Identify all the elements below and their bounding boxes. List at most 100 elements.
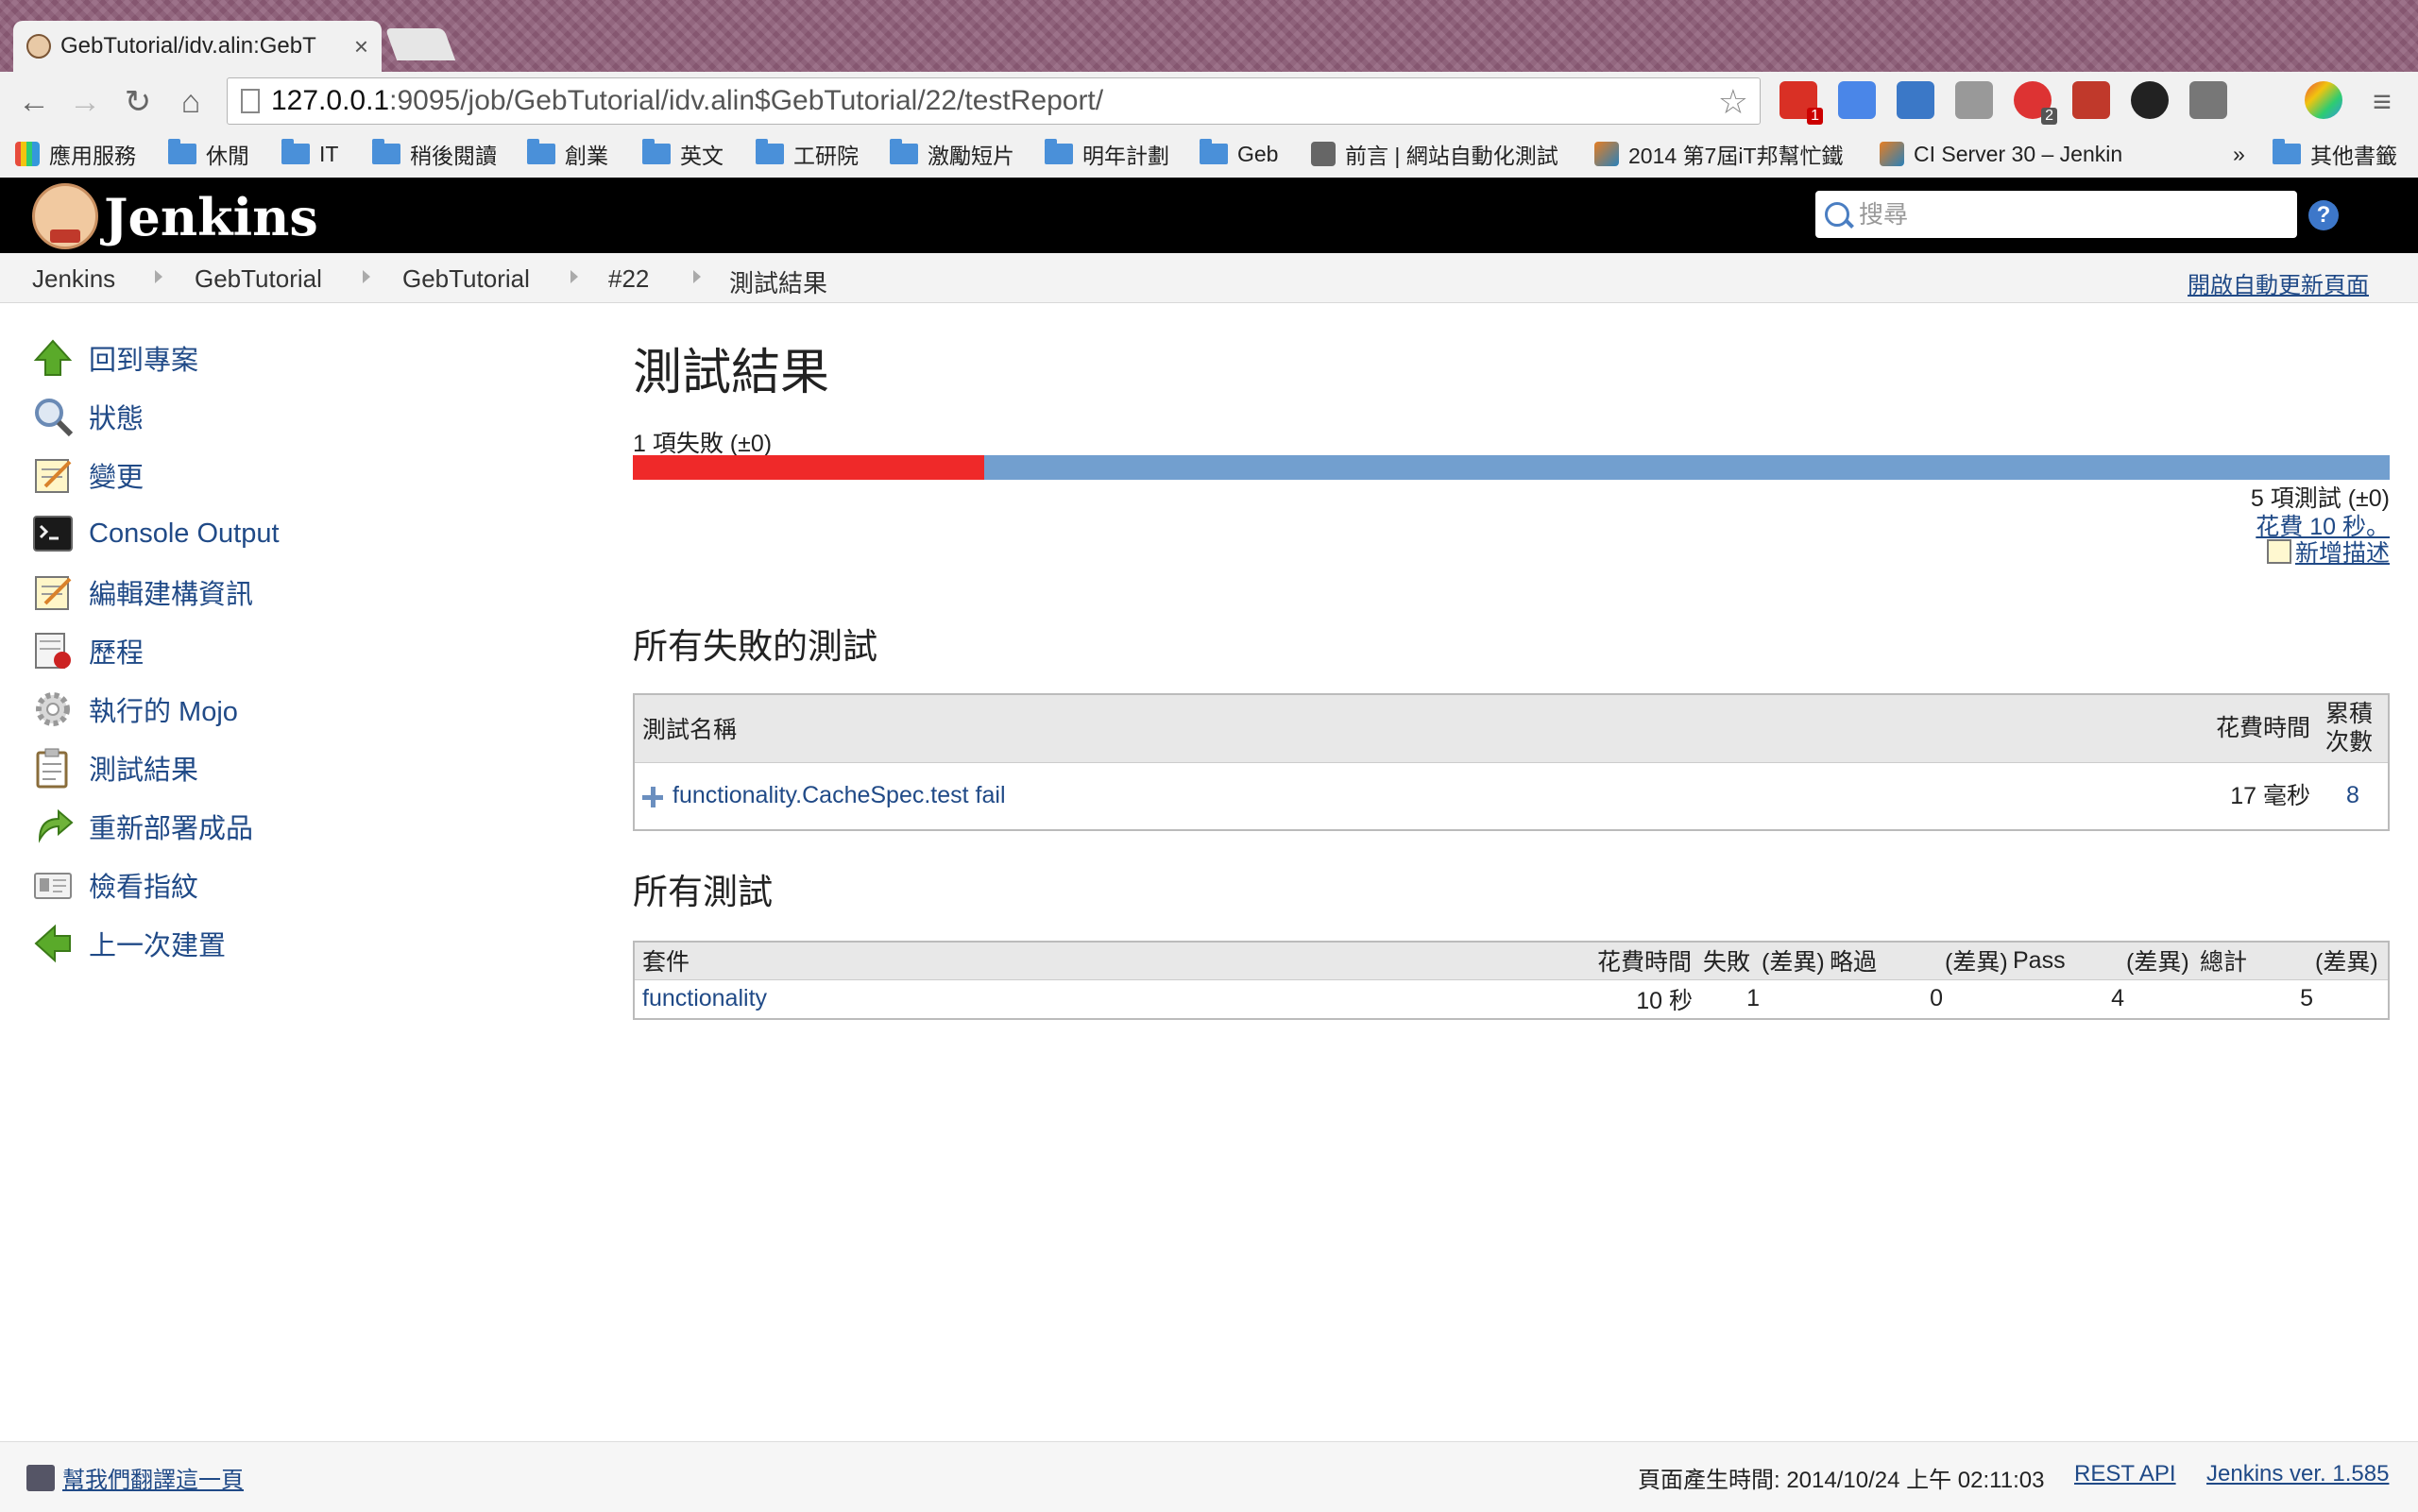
- bookmark-link[interactable]: 前言 | 網站自動化測試: [1311, 140, 1562, 168]
- browser-tab[interactable]: GebTutorial/idv.alin:GebT ×: [13, 21, 382, 72]
- jenkins-butler-icon[interactable]: [32, 183, 98, 249]
- jenkins-logo[interactable]: Jenkins: [104, 187, 318, 247]
- bookmark-folder[interactable]: IT: [281, 139, 338, 168]
- sidebar-item-history[interactable]: 歷程: [32, 628, 144, 673]
- bookmark-label: Geb: [1237, 141, 1279, 166]
- breadcrumb-folder[interactable]: GebTutorial: [195, 264, 322, 294]
- bookmark-star-icon[interactable]: ☆: [1718, 82, 1748, 122]
- gmail-extension-icon[interactable]: 1: [1779, 81, 1823, 125]
- bookmarks-overflow-button[interactable]: »: [2233, 140, 2245, 168]
- browser-menu-icon[interactable]: ≡: [2361, 81, 2403, 123]
- home-icon[interactable]: ⌂: [170, 81, 212, 123]
- bookmark-extension-icon[interactable]: [2072, 81, 2110, 119]
- suite-total-count: 5: [2300, 985, 2313, 1012]
- bookmark-label: 稍後閱讀: [410, 144, 497, 168]
- search-input[interactable]: [1857, 198, 2297, 230]
- color-extension-icon[interactable]: [2305, 81, 2342, 119]
- column-header-pass[interactable]: Pass: [2012, 942, 2125, 980]
- age-link[interactable]: 8: [2346, 782, 2359, 808]
- translate-page-link[interactable]: 幫我們翻譯這一頁: [26, 1461, 244, 1494]
- browser-tab-strip: GebTutorial/idv.alin:GebT ×: [0, 0, 2418, 72]
- breadcrumb-jenkins[interactable]: Jenkins: [32, 264, 115, 294]
- bookmark-folder[interactable]: 英文: [642, 139, 724, 168]
- folder-icon: [372, 139, 400, 164]
- rest-api-link[interactable]: REST API: [2074, 1461, 2176, 1487]
- breadcrumb-job[interactable]: GebTutorial: [402, 264, 530, 294]
- ithome-icon: [1880, 142, 1904, 166]
- bookmark-apps[interactable]: 應用服務: [15, 140, 136, 168]
- bookmark-folder-other[interactable]: 其他書籤: [2273, 139, 2397, 168]
- jenkins-version-link[interactable]: Jenkins ver. 1.585: [2206, 1461, 2389, 1487]
- reload-icon[interactable]: ↻: [117, 81, 159, 123]
- translate-label: 幫我們翻譯這一頁: [62, 1468, 244, 1493]
- bookmark-folder[interactable]: 明年計劃: [1045, 139, 1169, 168]
- column-header-skip[interactable]: 略過: [1829, 942, 1944, 980]
- failure-summary: 1 項失敗 (±0): [633, 431, 773, 457]
- bookmark-folder[interactable]: Geb: [1200, 139, 1279, 168]
- sidebar-item-label: 測試結果: [89, 756, 199, 786]
- expand-icon[interactable]: [642, 786, 663, 807]
- bookmark-folder[interactable]: 工研院: [756, 139, 859, 168]
- edit-description-icon: [2266, 539, 2291, 564]
- sidebar-item-console-output[interactable]: Console Output: [32, 511, 280, 556]
- folder-icon: [756, 139, 784, 164]
- sidebar-item-label: 變更: [89, 463, 145, 493]
- folder-icon: [890, 139, 918, 164]
- bookmark-folder[interactable]: 創業: [527, 139, 608, 168]
- download-extension-icon[interactable]: [1897, 81, 1934, 119]
- add-description-link[interactable]: 新增描述: [2266, 535, 2390, 569]
- breadcrumb-build[interactable]: #22: [608, 264, 649, 294]
- failed-test-link[interactable]: functionality.CacheSpec.test fail: [673, 782, 1006, 808]
- column-header-total[interactable]: 總計: [2199, 942, 2314, 980]
- bookmark-link[interactable]: CI Server 30 – Jenkin: [1880, 140, 2140, 168]
- address-bar[interactable]: 127.0.0.1:9095/job/GebTutorial/idv.alin$…: [227, 77, 1761, 125]
- bookmark-folder[interactable]: 激勵短片: [890, 139, 1014, 168]
- evernote-extension-icon[interactable]: [2189, 81, 2227, 119]
- sidebar-item-status[interactable]: 狀態: [32, 394, 144, 439]
- folder-icon: [281, 139, 310, 164]
- translate-icon: [26, 1464, 55, 1491]
- breadcrumb-separator-icon: [693, 270, 701, 283]
- help-icon[interactable]: ?: [2308, 200, 2339, 230]
- forward-icon[interactable]: →: [64, 81, 106, 123]
- suite-link[interactable]: functionality: [642, 985, 767, 1011]
- sidebar-item-edit-build-info[interactable]: 編輯建構資訊: [32, 569, 253, 615]
- bookmark-link[interactable]: 2014 第7屆iT邦幫忙鐵: [1594, 140, 1848, 168]
- all-tests-heading: 所有測試: [633, 873, 773, 911]
- sidebar-item-changes[interactable]: 變更: [32, 452, 144, 498]
- column-header-test-name[interactable]: 測試名稱: [634, 694, 2208, 763]
- back-icon[interactable]: ←: [13, 81, 55, 123]
- bookmark-folder[interactable]: 稍後閱讀: [372, 139, 497, 168]
- new-tab-button[interactable]: [384, 28, 456, 60]
- folder-icon: [1045, 139, 1073, 164]
- tools-extension-icon[interactable]: [1955, 81, 1993, 119]
- column-header-fail[interactable]: 失敗: [1702, 942, 1761, 980]
- column-header-suite[interactable]: 套件: [634, 942, 1596, 980]
- camera-extension-icon[interactable]: [2131, 81, 2169, 119]
- sidebar-item-previous-build[interactable]: 上一次建置: [32, 921, 226, 966]
- sidebar-item-label: 歷程: [89, 638, 145, 669]
- sidebar-item-redeploy-artifacts[interactable]: 重新部署成品: [32, 804, 253, 849]
- sidebar-item-fingerprints[interactable]: 檢看指紋: [32, 862, 198, 908]
- bookmark-folder[interactable]: 休閒: [168, 139, 249, 168]
- column-header-duration[interactable]: 花費時間: [1596, 942, 1702, 980]
- bookmark-label: 激勵短片: [928, 144, 1014, 168]
- sidebar-item-back-to-project[interactable]: 回到專案: [32, 335, 198, 381]
- translate-extension-icon[interactable]: [1838, 81, 1876, 119]
- column-header-skip-diff[interactable]: (差異): [1944, 942, 2012, 980]
- breadcrumb-test-result[interactable]: 測試結果: [729, 264, 827, 299]
- adblock-extension-icon[interactable]: 2: [2014, 81, 2057, 125]
- sidebar-item-test-result[interactable]: 測試結果: [32, 745, 198, 790]
- tab-close-icon[interactable]: ×: [354, 32, 368, 61]
- column-header-fail-diff[interactable]: (差異): [1761, 942, 1829, 980]
- column-header-age[interactable]: 累積次數: [2318, 694, 2389, 763]
- auto-refresh-link[interactable]: 開啟自動更新頁面: [2188, 266, 2369, 299]
- page-icon: [241, 89, 260, 113]
- apps-icon: [15, 142, 40, 166]
- table-row: functionality.CacheSpec.test fail 17 毫秒 …: [634, 762, 2389, 830]
- column-header-pass-diff[interactable]: (差異): [2125, 942, 2199, 980]
- sidebar-item-executed-mojos[interactable]: 執行的 Mojo: [32, 687, 238, 732]
- bookmark-label: 應用服務: [49, 144, 136, 168]
- column-header-duration[interactable]: 花費時間: [2208, 694, 2318, 763]
- column-header-total-diff[interactable]: (差異): [2314, 942, 2389, 980]
